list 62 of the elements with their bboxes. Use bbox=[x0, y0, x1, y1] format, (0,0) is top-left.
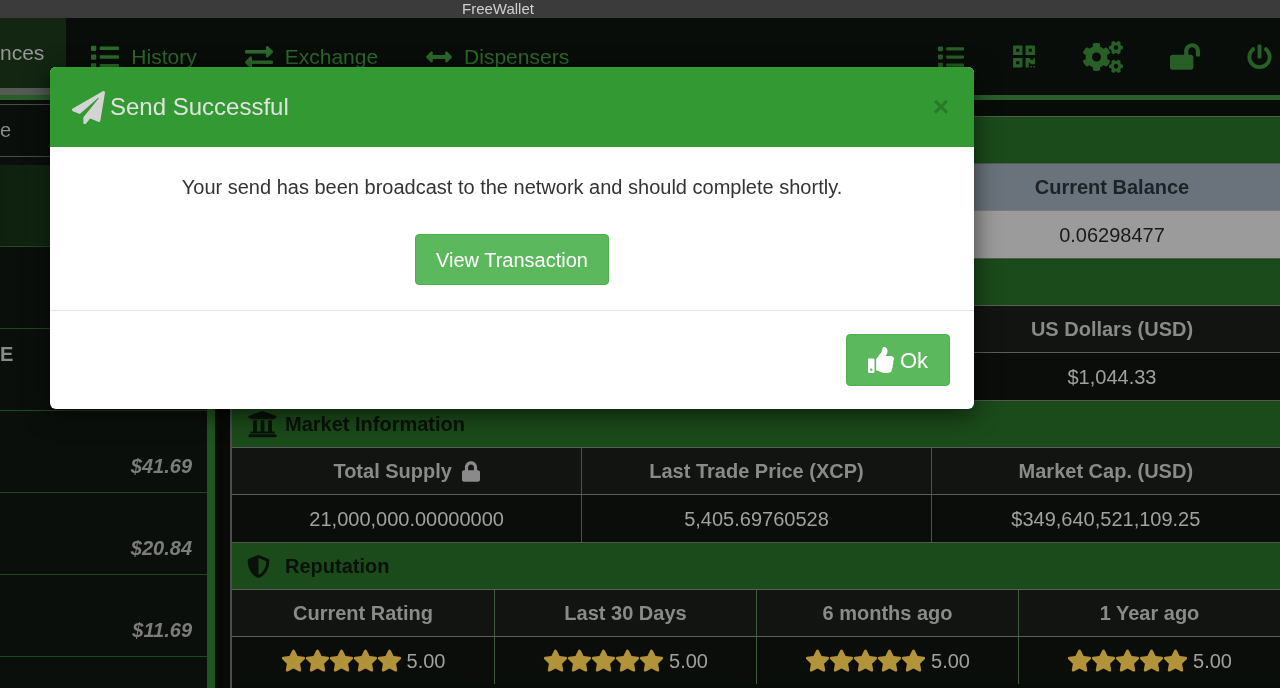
star-icon bbox=[829, 649, 855, 672]
star-icon bbox=[567, 649, 593, 672]
paper-plane-icon bbox=[72, 90, 105, 124]
star-icon bbox=[1139, 649, 1165, 672]
asset-value: $41.69 bbox=[130, 454, 192, 478]
star-icon bbox=[280, 649, 306, 672]
dialog-message: Your send has been broadcast to the network and should complete shortly. bbox=[181, 175, 843, 199]
star-icon bbox=[591, 649, 617, 672]
column-heading: 6 months ago bbox=[822, 601, 953, 626]
star-icon bbox=[853, 649, 879, 672]
rating-score: 5.00 bbox=[406, 648, 446, 674]
star-icon bbox=[901, 649, 927, 672]
asset-name: E bbox=[0, 342, 14, 366]
window-title: FreeWallet bbox=[462, 0, 534, 18]
column-heading: 1 Year ago bbox=[1099, 601, 1200, 626]
column-heading: Last 30 Days bbox=[564, 601, 687, 626]
bank-icon bbox=[247, 409, 278, 439]
table-cell-text: $1,044.33 bbox=[1067, 364, 1157, 390]
star-icon bbox=[1067, 649, 1093, 672]
star-icon bbox=[1091, 649, 1117, 672]
power-icon[interactable] bbox=[1247, 43, 1272, 70]
star-icon bbox=[877, 649, 903, 672]
list-icon[interactable] bbox=[937, 43, 965, 70]
table-cell-text: 5,405.69760528 bbox=[684, 506, 829, 532]
star-icon bbox=[352, 649, 378, 672]
section-title: Reputation bbox=[285, 554, 390, 579]
nav-tab[interactable]: History bbox=[66, 18, 220, 95]
column-heading: Total Supply bbox=[333, 459, 452, 484]
table-cell-text: 0.06298477 bbox=[1059, 222, 1165, 248]
asset-value: $11.69 bbox=[132, 618, 192, 642]
star-icon bbox=[1163, 649, 1189, 672]
star-icon bbox=[1115, 649, 1141, 672]
column-heading: US Dollars (USD) bbox=[1030, 317, 1194, 342]
star-icon bbox=[805, 649, 831, 672]
column-heading: Current Rating bbox=[293, 601, 433, 626]
view-transaction-button[interactable]: View Transaction bbox=[415, 234, 609, 285]
nav-tab[interactable]: Dispensers bbox=[401, 18, 593, 95]
star-icon bbox=[304, 649, 330, 672]
rating-score: 5.00 bbox=[1193, 648, 1232, 674]
column-heading: Last Trade Price (XCP) bbox=[649, 459, 864, 484]
column-heading: Current Balance bbox=[1034, 175, 1190, 200]
unlock-icon[interactable] bbox=[1170, 43, 1200, 70]
thumbs-up-icon bbox=[867, 347, 894, 373]
rating-score: 5.00 bbox=[669, 648, 708, 674]
table-cell-text: $349,640,521,109.25 bbox=[1011, 506, 1201, 532]
nav-tab[interactable]: Exchange bbox=[219, 18, 402, 95]
rating-score: 5.00 bbox=[931, 648, 970, 674]
table-cell-text: 21,000,000.00000000 bbox=[309, 506, 504, 532]
star-icon bbox=[639, 649, 665, 672]
asset-value: $20.84 bbox=[130, 536, 192, 560]
qr-code-icon[interactable] bbox=[1012, 44, 1036, 69]
star-icon bbox=[543, 649, 569, 672]
shield-icon bbox=[247, 553, 270, 579]
settings-icon[interactable] bbox=[1083, 40, 1123, 73]
ok-button[interactable]: Ok bbox=[845, 334, 950, 386]
nav-tab[interactable]: nces bbox=[0, 18, 67, 95]
dialog-title: Send Successful bbox=[110, 92, 289, 122]
column-heading: Market Cap. (USD) bbox=[1018, 459, 1194, 484]
star-icon bbox=[615, 649, 641, 672]
star-icon bbox=[328, 649, 354, 672]
close-button[interactable]: × bbox=[932, 93, 949, 121]
star-icon bbox=[376, 649, 402, 672]
